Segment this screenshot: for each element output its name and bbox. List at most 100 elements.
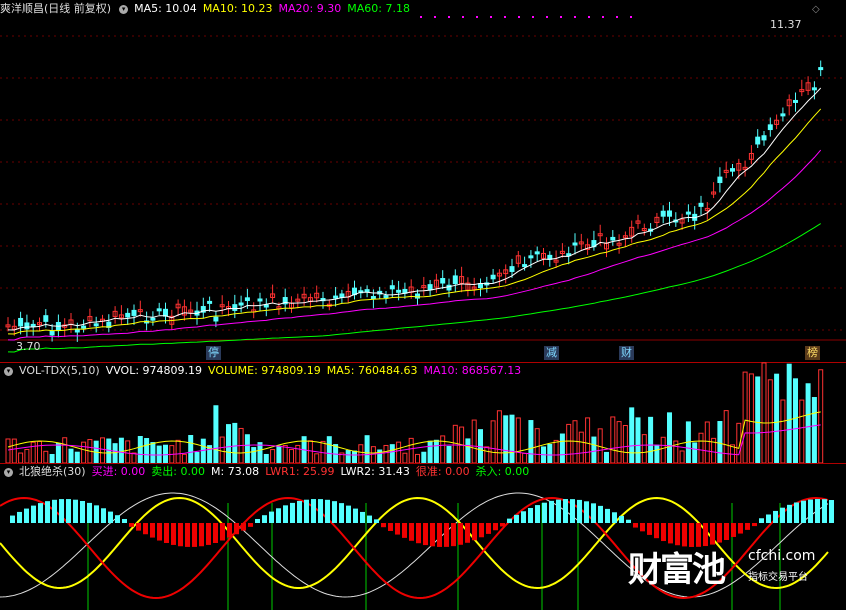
volume-bar (30, 441, 36, 463)
histogram-bar (332, 501, 337, 523)
histogram-bar (234, 523, 239, 535)
candle-body (452, 275, 458, 285)
volume-bar (635, 417, 641, 463)
volume-bar (37, 440, 42, 463)
signal-dot (546, 16, 548, 18)
event-tag-reduce[interactable]: 减 (544, 346, 559, 360)
candle-body (49, 330, 55, 336)
histogram-bar (171, 523, 176, 545)
histogram-bar (605, 508, 610, 523)
histogram-bar (164, 523, 169, 544)
event-tag-financial[interactable]: 财 (619, 346, 634, 360)
volume-bar (282, 444, 288, 463)
candle-body (207, 300, 213, 304)
histogram-bar (591, 503, 596, 523)
histogram-bar (437, 523, 442, 547)
volume-bar (415, 453, 420, 463)
volume-bar (465, 438, 471, 463)
histogram-bar (451, 523, 456, 547)
volume-bar (270, 449, 276, 463)
volume-bar (219, 436, 225, 463)
volume-bar (604, 451, 609, 463)
stock-name[interactable]: 爽洋顺昌 (0, 2, 44, 15)
candle-body (81, 325, 87, 329)
volume-bar (358, 444, 364, 463)
chevron-down-icon[interactable]: ▾ (119, 4, 129, 14)
candlestick-chart[interactable] (0, 0, 846, 362)
histogram-bar (542, 502, 547, 523)
candle-body (811, 87, 817, 91)
histogram-bar (787, 504, 792, 523)
price-chart-panel[interactable]: 爽洋顺昌(日线 前复权) ▾ MA5: 10.04 MA10: 10.23 MA20: … (0, 0, 846, 362)
volume-bar (194, 452, 200, 463)
volume-panel[interactable]: ▾ VOL-TDX(5,10) VVOL: 974809.19 VOLUME: 974… (0, 362, 846, 463)
histogram-bar (276, 508, 281, 523)
volume-bar (5, 438, 11, 463)
histogram-bar (59, 499, 64, 523)
volume-bar (616, 421, 622, 463)
candle-body (767, 124, 773, 131)
volume-bar (131, 452, 137, 463)
volume-bar (18, 452, 24, 463)
histogram-bar (10, 515, 15, 523)
candle-body (478, 283, 483, 289)
volume-bar (559, 433, 565, 463)
candle-body (370, 296, 376, 300)
histogram-bar (360, 511, 365, 523)
volume-bar (641, 434, 647, 463)
signal-dot (434, 16, 436, 18)
volume-bar (144, 438, 150, 463)
event-tag-ranking[interactable]: 榜 (805, 346, 820, 360)
volume-bar (585, 417, 591, 463)
volume-bar (780, 399, 786, 463)
histogram-bar (136, 523, 141, 531)
histogram-bar (220, 523, 225, 541)
candle-body (780, 113, 786, 117)
histogram-bar (521, 511, 526, 523)
histogram-bar (633, 523, 638, 528)
candle-body (440, 278, 446, 284)
volume-bar (799, 399, 805, 463)
chevron-down-icon[interactable]: ▾ (4, 366, 13, 376)
signal-dot (630, 16, 632, 18)
diamond-icon[interactable]: ◇ (812, 4, 820, 15)
volume-bar (68, 448, 74, 463)
histogram-bar (549, 500, 554, 523)
period-label[interactable]: (日线 前复权) (44, 2, 111, 15)
histogram-bar (584, 501, 589, 523)
candle-body (125, 312, 131, 318)
histogram-bar (829, 500, 834, 523)
candle-body (528, 255, 534, 259)
histogram-bar (598, 505, 603, 523)
volume-bar (704, 421, 710, 463)
signal-dot (504, 16, 506, 18)
histogram-bar (724, 523, 729, 540)
signal-dot (616, 16, 618, 18)
volume-bar (24, 448, 30, 463)
histogram-bar (612, 512, 617, 523)
histogram-bar (227, 523, 232, 538)
volume-bar (244, 434, 250, 463)
candle-body (43, 315, 49, 322)
histogram-bar (80, 500, 85, 523)
signal-dot (420, 16, 422, 18)
volume-bar (692, 442, 698, 463)
volume-bar (314, 453, 320, 463)
candle-body (717, 176, 723, 184)
histogram-bar (661, 523, 666, 542)
candle-body (383, 295, 389, 299)
histogram-bar (101, 508, 106, 523)
accurate-value: 很准: 0.00 (415, 465, 470, 478)
histogram-bar (248, 523, 253, 527)
candle-body (415, 293, 420, 299)
event-tag-suspend[interactable]: 停 (206, 346, 221, 360)
volume-title[interactable]: VOL-TDX(5,10) (19, 364, 100, 377)
volume-bar (717, 421, 723, 463)
signal-dot (518, 16, 520, 18)
volume-bar (408, 437, 414, 463)
candle-body (667, 210, 672, 217)
histogram-bar (479, 523, 484, 538)
indicator-title[interactable]: 北狼绝杀(30) (19, 465, 86, 478)
chevron-down-icon[interactable]: ▾ (4, 467, 13, 477)
histogram-bar (45, 501, 50, 523)
